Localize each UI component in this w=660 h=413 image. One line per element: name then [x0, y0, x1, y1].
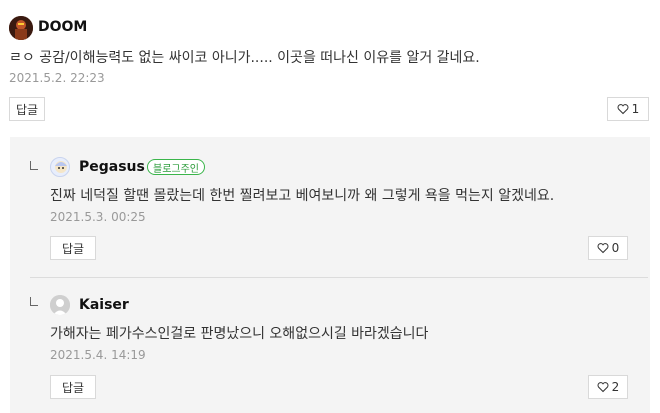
like-count: 1	[631, 102, 640, 116]
comment-author[interactable]: DOOM	[38, 19, 87, 35]
reply-button[interactable]: 답글	[50, 236, 96, 260]
like-button[interactable]: 0	[588, 236, 628, 260]
heart-icon	[597, 382, 609, 393]
blog-owner-badge: 블로그주인	[147, 159, 205, 175]
reply-author[interactable]: Kaiser	[79, 297, 129, 313]
reply-author[interactable]: Pegasus	[79, 159, 145, 175]
reply-divider	[30, 277, 648, 278]
avatar[interactable]	[9, 16, 33, 40]
reply-button[interactable]: 답글	[50, 375, 96, 399]
reply-date: 2021.5.4. 14:19	[50, 348, 146, 362]
heart-icon	[617, 104, 629, 115]
avatar[interactable]	[50, 295, 70, 315]
reply-elbow-icon	[30, 161, 38, 170]
reply-text: 진짜 네덕질 할땐 몰랐는데 한번 찔려보고 베여보니까 왜 그렇게 욕을 먹는…	[50, 188, 555, 204]
reply-button[interactable]: 답글	[9, 97, 45, 121]
like-button[interactable]: 2	[588, 375, 628, 399]
heart-icon	[597, 243, 609, 254]
reply-text: 가해자는 페가수스인걸로 판명났으니 오해없으시길 바라겠습니다	[50, 326, 429, 342]
comment-date: 2021.5.2. 22:23	[9, 71, 105, 85]
comment-text: ㄹㅇ 공감/이해능력도 없는 싸이코 아니가..... 이곳을 떠나신 이유를 …	[9, 50, 480, 66]
reply-list: Pegasus 블로그주인 진짜 네덕질 할땐 몰랐는데 한번 찔려보고 베여보…	[10, 137, 650, 413]
like-button[interactable]: 1	[607, 97, 649, 121]
like-count: 2	[611, 380, 620, 394]
like-count: 0	[611, 241, 620, 255]
reply-date: 2021.5.3. 00:25	[50, 210, 146, 224]
avatar[interactable]	[50, 157, 70, 177]
reply-elbow-icon	[30, 297, 38, 306]
comment-doom: DOOM ㄹㅇ 공감/이해능력도 없는 싸이코 아니가..... 이곳을 떠나신…	[0, 0, 660, 135]
